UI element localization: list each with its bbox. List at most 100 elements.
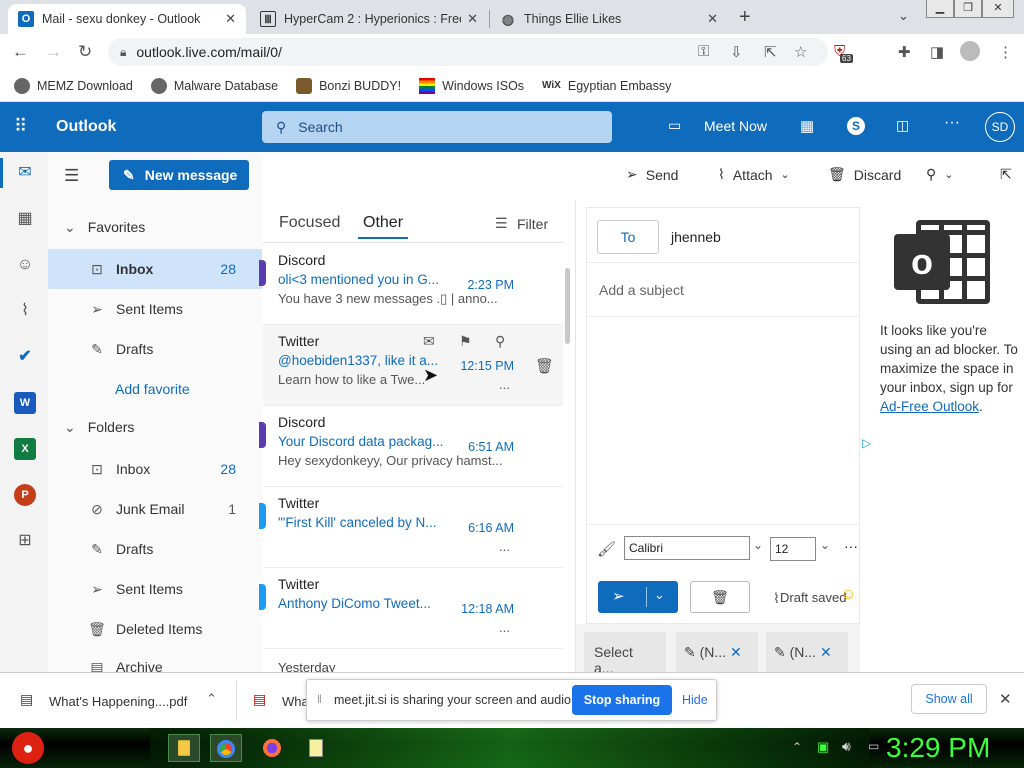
key-icon[interactable]: ⚿ [698,43,709,60]
folder-sent-items[interactable]: ➢ Sent Items [48,569,262,609]
favorite-sent-items[interactable]: ➢ Sent Items [48,289,262,329]
close-tab-icon[interactable]: ✕ [707,11,718,27]
flag-icon[interactable]: ⚑ [459,333,472,350]
folder-inbox[interactable]: ⊡ Inbox 28 [48,449,262,489]
new-tab-icon[interactable]: + [739,6,751,29]
pop-out-icon[interactable]: ⇱ [1000,166,1012,183]
tab-things-ellie-likes[interactable]: ◍ Things Ellie Likes ✕ [490,4,728,34]
close-icon[interactable]: ✕ [816,644,832,660]
zoom-command[interactable]: ⚲ ⌄ [926,166,953,183]
app-launcher-icon[interactable]: ⠿ [14,116,27,137]
taskbar-firefox[interactable] [256,734,288,762]
extensions-puzzle-icon[interactable]: ✚ [898,43,911,61]
send-button[interactable]: ➢ ⌄ [598,581,678,613]
favorite-inbox[interactable]: ⊡ Inbox 28 [48,249,262,289]
tray-expand-icon[interactable]: ⌃ [792,740,802,754]
download-item[interactable]: What's Happening....pdf [49,694,187,709]
font-size-input[interactable]: 12 [770,537,816,561]
drag-handle-icon[interactable]: ‖ [317,692,322,706]
list-scrollbar[interactable] [565,268,570,344]
todo-check-icon[interactable]: ✔ [14,346,36,368]
bookmark-bonzi[interactable]: Bonzi BUDDY! [296,77,401,94]
subject-field[interactable]: Add a subject [599,282,684,298]
discard-command[interactable]: 🗑︎ Discard [828,166,901,183]
chevron-down-icon[interactable]: ⌄ [820,538,830,552]
message-body[interactable] [587,318,859,524]
people-icon[interactable]: ☺ [14,254,36,276]
to-button[interactable]: To [597,220,659,254]
new-message-button[interactable]: ✎ New message [109,160,249,190]
discard-button[interactable]: 🗑︎ [690,581,750,613]
tray-icon[interactable]: ▭ [868,739,879,753]
more-options-icon[interactable]: ··· [944,114,960,132]
volume-icon[interactable]: 🔊︎ [842,738,851,755]
folder-deleted-items[interactable]: 🗑︎ Deleted Items [48,609,262,649]
draft-tab[interactable]: ✎ (N... ✕ [766,632,848,672]
restore-icon[interactable]: ❐ [954,0,982,18]
font-name-input[interactable]: Calibri [624,536,750,560]
stop-sharing-button[interactable]: Stop sharing [572,685,672,715]
taskbar-explorer[interactable]: ▇ [168,734,200,762]
folder-junk-email[interactable]: ⊘ Junk Email 1 [48,489,262,529]
back-icon[interactable]: ← [12,42,29,62]
install-icon[interactable]: ⇩ [730,43,743,61]
skype-icon[interactable]: S [847,117,865,135]
close-tab-icon[interactable]: ✕ [225,11,236,27]
filter-icon[interactable]: ☰ [495,215,508,232]
tab-hypercam[interactable]: Ⅲ HyperCam 2 : Hyperionics : Free ✕ [250,4,488,34]
forward-icon[interactable]: → [45,42,62,62]
taskbar-chrome[interactable] [210,734,242,762]
powerpoint-icon[interactable]: P [14,484,36,506]
show-all-button[interactable]: Show all [911,684,987,714]
filter-button[interactable]: Filter [517,216,548,232]
network-icon[interactable]: ▣ [817,739,829,755]
meet-now-button[interactable]: Meet Now [704,118,767,134]
paperclip-icon[interactable]: ⌇ [14,300,36,322]
message-row[interactable]: Twitter @hoebiden1337, like it a... 12:1… [263,325,563,406]
word-icon[interactable]: W [14,392,36,414]
video-camera-icon[interactable]: ▭ [668,117,681,134]
download-item[interactable]: Wha [282,694,309,709]
share-icon[interactable]: ⇱ [764,43,777,61]
tab-search-chevron-icon[interactable]: ⌄ [898,8,909,24]
message-row[interactable]: Twitter "'First Kill' canceled by N... 6… [259,487,563,568]
tab-other[interactable]: Other [363,214,403,232]
start-button-angry-bird-icon[interactable]: ● [12,732,44,764]
search-box[interactable]: ⚲ Search [262,111,612,143]
close-tab-icon[interactable]: ✕ [467,11,478,27]
hide-button[interactable]: Hide [682,693,708,707]
format-painter-icon[interactable]: 🖌︎ [597,540,616,558]
add-favorite-link[interactable]: Add favorite [48,369,262,409]
avatar[interactable]: SD [985,112,1015,142]
chevron-up-icon[interactable]: ⌃ [206,691,217,707]
profile-icon[interactable] [960,41,980,61]
calendar-icon[interactable]: ▦ [14,208,36,230]
close-icon[interactable]: ✕ [726,644,742,660]
close-window-icon[interactable]: ✕ [982,0,1014,18]
folder-archive[interactable]: ▤ Archive [48,649,262,672]
attach-command[interactable]: ⌇ Attach ⌄ [718,166,790,183]
message-row[interactable]: Discord oli<3 mentioned you in G... 2:23… [259,244,563,325]
bookmark-egyptian-embassy[interactable]: WiX Egyptian Embassy [542,79,671,93]
delete-icon[interactable]: 🗑︎ [535,357,554,375]
send-command[interactable]: ➢ Send [626,166,678,183]
excel-icon[interactable]: X [14,438,36,460]
side-panel-icon[interactable]: ◨ [930,43,944,61]
taskbar-notepad[interactable] [300,734,332,762]
pin-icon[interactable]: ⚲ [495,333,505,350]
adchoices-icon[interactable]: ▷ [862,436,871,450]
message-row[interactable]: Discord Your Discord data packag... 6:51… [259,406,563,487]
mail-icon[interactable]: ✉ [14,162,36,184]
bookmark-windows-isos[interactable]: Windows ISOs [419,77,524,94]
mark-read-icon[interactable]: ✉ [423,333,435,350]
favorite-drafts[interactable]: ✎ Drafts [48,329,262,369]
apps-icon[interactable]: ⊞ [14,530,36,552]
office-icon[interactable]: ◫ [896,117,909,134]
favorites-header[interactable]: ⌄ Favorites [48,207,262,247]
chevron-down-icon[interactable]: ⌄ [753,538,763,552]
draft-tab[interactable]: ✎ (N... ✕ [676,632,758,672]
tab-outlook[interactable]: O Mail - sexu donkey - Outlook ✕ [8,4,246,34]
emoji-icon[interactable]: ☺ [840,586,856,604]
paperclip-icon[interactable]: ⌇ [773,590,780,607]
hamburger-icon[interactable]: ☰ [64,166,79,186]
